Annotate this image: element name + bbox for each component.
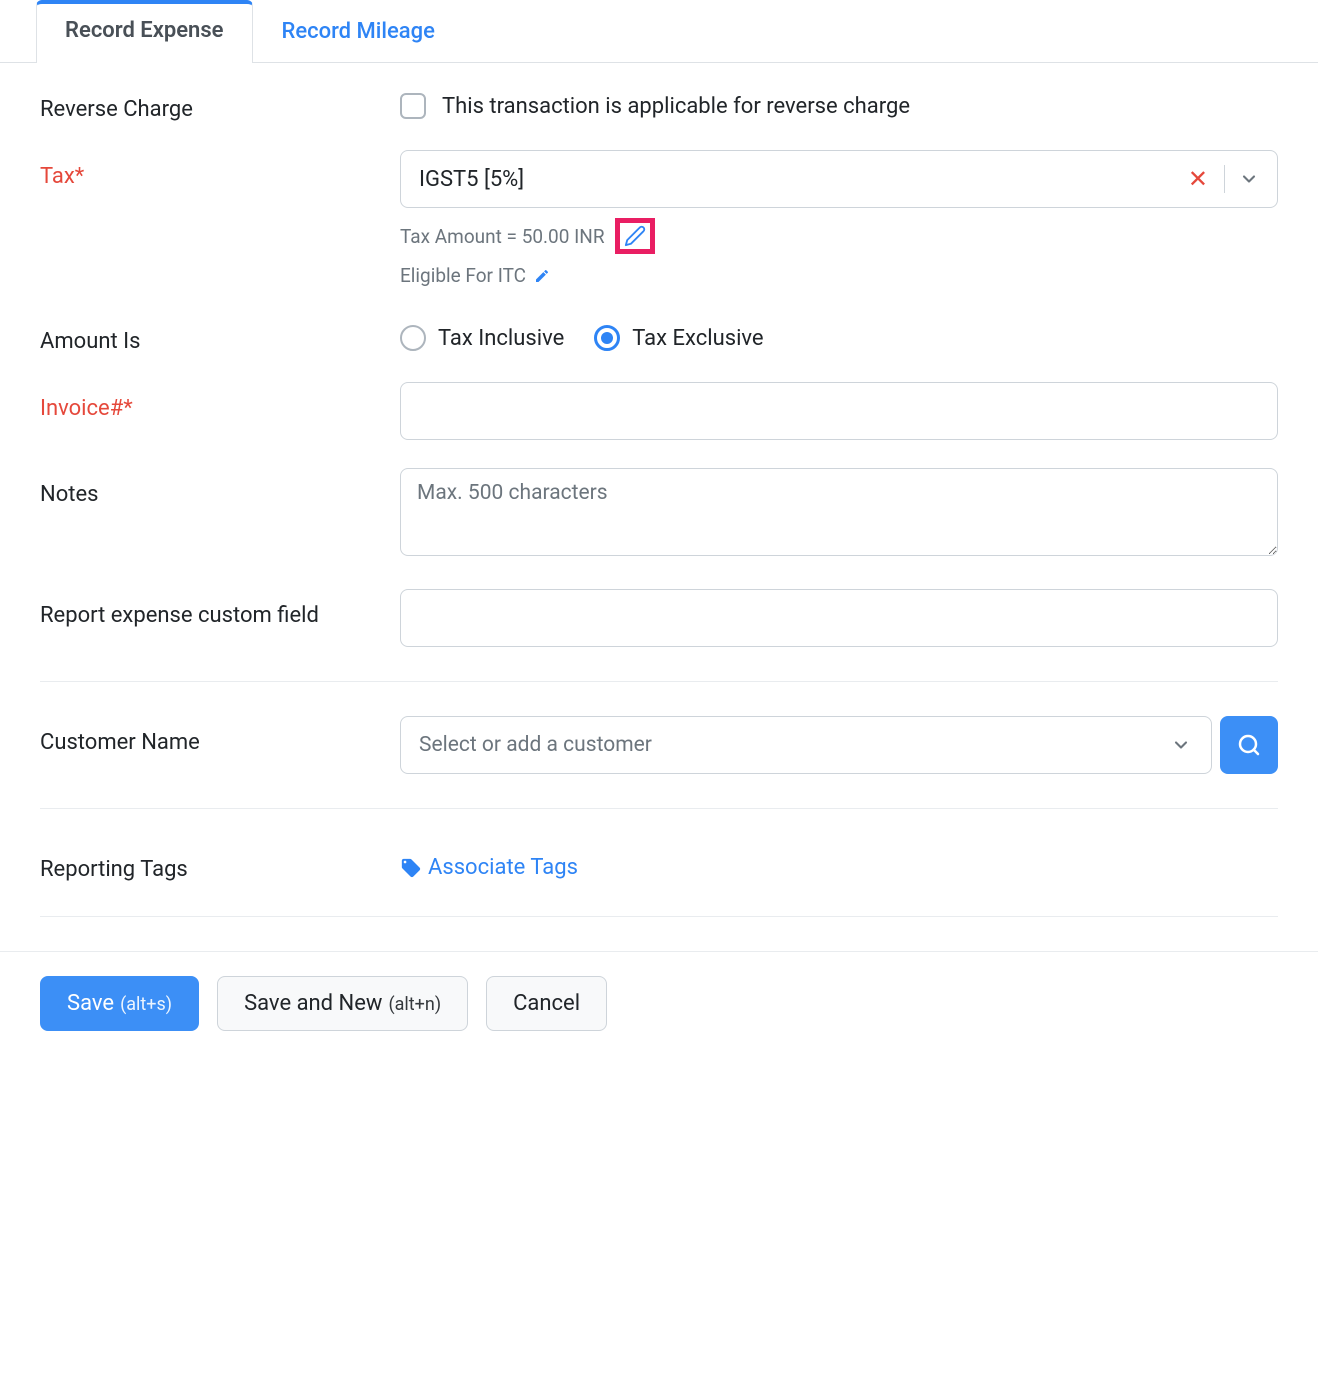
- radio-circle-checked: [594, 325, 620, 351]
- row-tax: Tax* IGST5 [5%] ✕ Tax Amount = 50.00 INR…: [40, 150, 1278, 287]
- tab-record-expense[interactable]: Record Expense: [36, 0, 253, 63]
- save-new-shortcut: (alt+n): [388, 994, 441, 1015]
- checkbox-label-reverse-charge: This transaction is applicable for rever…: [442, 94, 910, 119]
- associate-tags-link[interactable]: Associate Tags: [400, 843, 1278, 880]
- associate-tags-text: Associate Tags: [428, 855, 578, 880]
- radio-label-inclusive: Tax Inclusive: [438, 326, 564, 351]
- tax-select-value: IGST5 [5%]: [419, 167, 1180, 192]
- customer-search-button[interactable]: [1220, 716, 1278, 774]
- divider: [40, 808, 1278, 809]
- row-amount-is: Amount Is Tax Inclusive Tax Exclusive: [40, 315, 1278, 354]
- save-label: Save: [67, 991, 114, 1016]
- tax-amount-text: Tax Amount = 50.00 INR: [400, 225, 605, 248]
- row-reporting-tags: Reporting Tags Associate Tags: [40, 843, 1278, 882]
- row-notes: Notes: [40, 468, 1278, 561]
- label-reverse-charge: Reverse Charge: [40, 83, 400, 122]
- save-shortcut: (alt+s): [120, 994, 172, 1015]
- report-custom-input[interactable]: [400, 589, 1278, 647]
- tabs: Record Expense Record Mileage: [0, 0, 1318, 63]
- divider: [40, 681, 1278, 682]
- edit-itc-button[interactable]: [534, 268, 550, 284]
- eligible-itc-row: Eligible For ITC: [400, 264, 1278, 287]
- amount-is-radiogroup: Tax Inclusive Tax Exclusive: [400, 315, 1278, 351]
- eligible-itc-label: Eligible For ITC: [400, 264, 526, 287]
- checkbox-reverse-charge[interactable]: [400, 93, 426, 119]
- divider: [40, 916, 1278, 917]
- save-and-new-button[interactable]: Save and New (alt+n): [217, 976, 468, 1031]
- chevron-down-icon[interactable]: [1165, 735, 1197, 755]
- select-divider: [1224, 165, 1225, 193]
- label-tax: Tax*: [40, 150, 400, 189]
- row-invoice: Invoice#*: [40, 382, 1278, 440]
- label-invoice: Invoice#*: [40, 382, 400, 421]
- search-icon: [1237, 733, 1261, 757]
- pencil-icon: [534, 268, 550, 284]
- save-new-label: Save and New: [244, 991, 382, 1016]
- label-report-custom-field: Report expense custom field: [40, 589, 400, 628]
- edit-tax-amount-button[interactable]: [615, 218, 655, 254]
- row-report-custom-field: Report expense custom field: [40, 589, 1278, 647]
- tab-record-mileage[interactable]: Record Mileage: [253, 0, 464, 62]
- pencil-icon: [624, 225, 646, 247]
- cancel-label: Cancel: [513, 991, 580, 1016]
- radio-label-exclusive: Tax Exclusive: [632, 326, 763, 351]
- label-customer-name: Customer Name: [40, 716, 400, 755]
- radio-tax-inclusive[interactable]: Tax Inclusive: [400, 325, 564, 351]
- tag-icon: [400, 857, 422, 879]
- label-reporting-tags: Reporting Tags: [40, 843, 400, 882]
- customer-placeholder: Select or add a customer: [419, 733, 1165, 757]
- tax-select[interactable]: IGST5 [5%] ✕: [400, 150, 1278, 208]
- row-reverse-charge: Reverse Charge This transaction is appli…: [40, 83, 1278, 122]
- customer-select[interactable]: Select or add a customer: [400, 716, 1212, 774]
- footer: Save (alt+s) Save and New (alt+n) Cancel: [0, 951, 1318, 1055]
- notes-textarea[interactable]: [400, 468, 1278, 556]
- save-button[interactable]: Save (alt+s): [40, 976, 199, 1031]
- checkbox-row-reverse-charge: This transaction is applicable for rever…: [400, 83, 1278, 119]
- invoice-input[interactable]: [400, 382, 1278, 440]
- label-amount-is: Amount Is: [40, 315, 400, 354]
- form-body: Reverse Charge This transaction is appli…: [0, 83, 1318, 917]
- radio-circle-unchecked: [400, 325, 426, 351]
- radio-tax-exclusive[interactable]: Tax Exclusive: [594, 325, 763, 351]
- tax-clear-icon[interactable]: ✕: [1180, 165, 1216, 193]
- row-customer-name: Customer Name Select or add a customer: [40, 716, 1278, 774]
- tax-amount-helper: Tax Amount = 50.00 INR: [400, 218, 1278, 254]
- label-notes: Notes: [40, 468, 400, 507]
- chevron-down-icon[interactable]: [1233, 169, 1265, 189]
- cancel-button[interactable]: Cancel: [486, 976, 607, 1031]
